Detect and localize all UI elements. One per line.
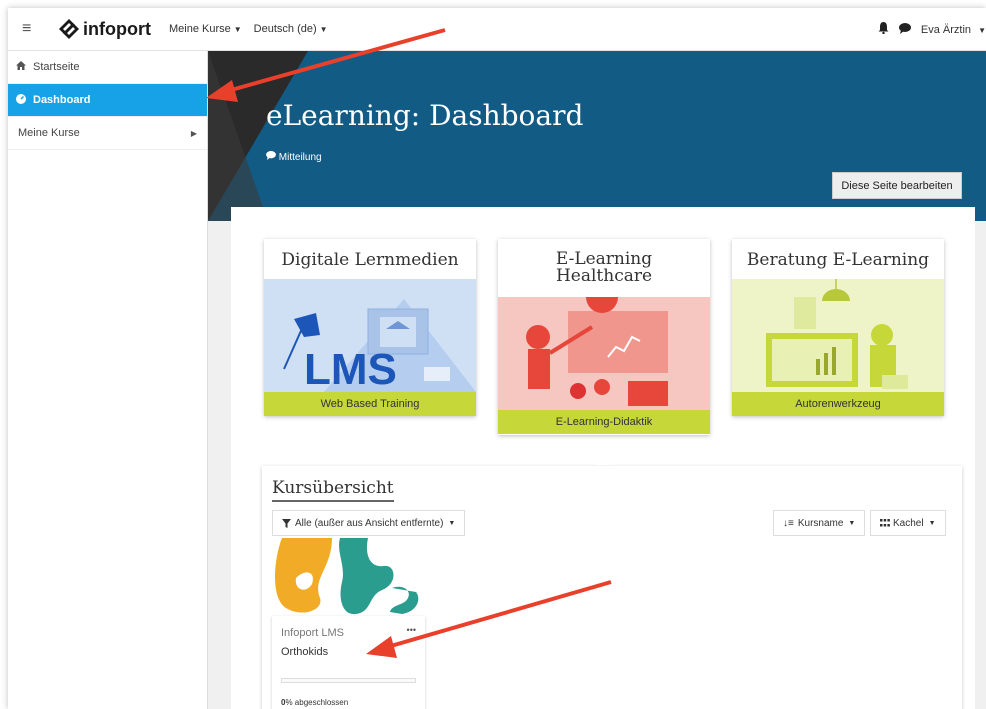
menu-language[interactable]: Deutsch (de) ▼	[254, 23, 328, 35]
sort-icon: ↓≡	[783, 517, 794, 529]
top-menu: Meine Kurse ▼ Deutsch (de) ▼	[169, 23, 328, 35]
card-elearning-healthcare[interactable]: E-Learning Healthcare E-Learning-Didakti…	[498, 239, 710, 435]
more-options-icon[interactable]: •••	[407, 625, 416, 635]
course-name[interactable]: Orthokids	[281, 646, 328, 658]
card-illustration	[498, 297, 710, 410]
chat-icon[interactable]	[898, 22, 911, 37]
browser-frame: ≡ infoport Meine Kurse ▼ Deutsch (de) ▼ Ev…	[8, 8, 986, 709]
chat-icon	[266, 151, 276, 160]
card-illustration	[732, 279, 944, 392]
sidebar-item-my-courses[interactable]: Meine Kurse ▶	[8, 117, 207, 150]
caret-down-icon: ▼	[233, 25, 242, 34]
chevron-right-icon: ▶	[190, 128, 197, 138]
caret-down-icon: ▼	[928, 519, 936, 527]
user-area: Eva Ärztin ▼	[878, 8, 986, 51]
course-card[interactable]: Infoport LMS ••• Orthokids 0% abgeschlos…	[272, 538, 425, 709]
card-beratung-elearning[interactable]: Beratung E-Learning Autorenwerkzeug	[732, 239, 944, 416]
edit-page-button[interactable]: Diese Seite bearbeiten	[832, 172, 962, 199]
home-icon	[16, 61, 30, 73]
dashboard-icon	[16, 93, 30, 107]
progress-text: 0% abgeschlossen	[281, 698, 349, 707]
filter-icon	[282, 518, 291, 528]
course-overview-block: Kursübersicht Alle (außer aus Ansicht en…	[262, 466, 962, 709]
bell-icon[interactable]	[878, 22, 889, 37]
section-title: Kursübersicht	[272, 478, 394, 502]
banner-decoration	[208, 51, 268, 221]
top-navbar: ≡ infoport Meine Kurse ▼ Deutsch (de) ▼ Ev…	[8, 8, 986, 51]
course-category: Infoport LMS	[281, 627, 344, 639]
course-image	[272, 538, 425, 616]
brand-logo-icon	[59, 19, 79, 39]
page-header-banner: eLearning: Dashboard Mitteilung Diese Se…	[208, 51, 986, 221]
card-footer: E-Learning-Didaktik	[498, 410, 710, 434]
caret-down-icon: ▼	[319, 25, 328, 34]
popover-pointer	[596, 456, 610, 465]
card-illustration: LMS	[264, 279, 476, 392]
card-footer: Autorenwerkzeug	[732, 392, 944, 416]
caret-down-icon: ▼	[448, 519, 456, 527]
menu-icon[interactable]: ≡	[22, 20, 42, 38]
svg-text:LMS: LMS	[304, 345, 397, 392]
sidebar-item-dashboard[interactable]: Dashboard	[8, 84, 207, 117]
sidebar-item-home[interactable]: Startseite	[8, 51, 207, 84]
brand-name: infoport	[83, 18, 151, 39]
card-title: E-Learning Healthcare	[555, 249, 653, 286]
user-menu[interactable]: Eva Ärztin ▼	[921, 24, 986, 36]
grid-icon	[880, 519, 890, 527]
course-info: Infoport LMS ••• Orthokids 0% abgeschlos…	[272, 616, 425, 709]
notice-link[interactable]: Mitteilung	[266, 151, 322, 163]
card-title: Digitale Lernmedien	[281, 250, 459, 270]
card-footer: Web Based Training	[264, 392, 476, 416]
brand-logo[interactable]: infoport	[58, 18, 151, 40]
progress-bar	[281, 678, 416, 683]
sort-dropdown[interactable]: ↓≡ Kursname ▼	[773, 510, 866, 536]
caret-down-icon: ▼	[848, 519, 856, 527]
sidebar-nav: Startseite Dashboard Meine Kurse ▶	[8, 51, 208, 709]
caret-down-icon: ▼	[978, 25, 986, 35]
card-title: Beratung E-Learning	[746, 250, 930, 270]
page-title: eLearning: Dashboard	[266, 99, 584, 132]
filter-dropdown[interactable]: Alle (außer aus Ansicht entfernte) ▼	[272, 510, 466, 536]
menu-my-courses[interactable]: Meine Kurse ▼	[169, 23, 242, 35]
card-digitale-lernmedien[interactable]: Digitale Lernmedien LMS Web Based Traini…	[264, 239, 476, 416]
view-dropdown[interactable]: Kachel ▼	[870, 510, 946, 536]
